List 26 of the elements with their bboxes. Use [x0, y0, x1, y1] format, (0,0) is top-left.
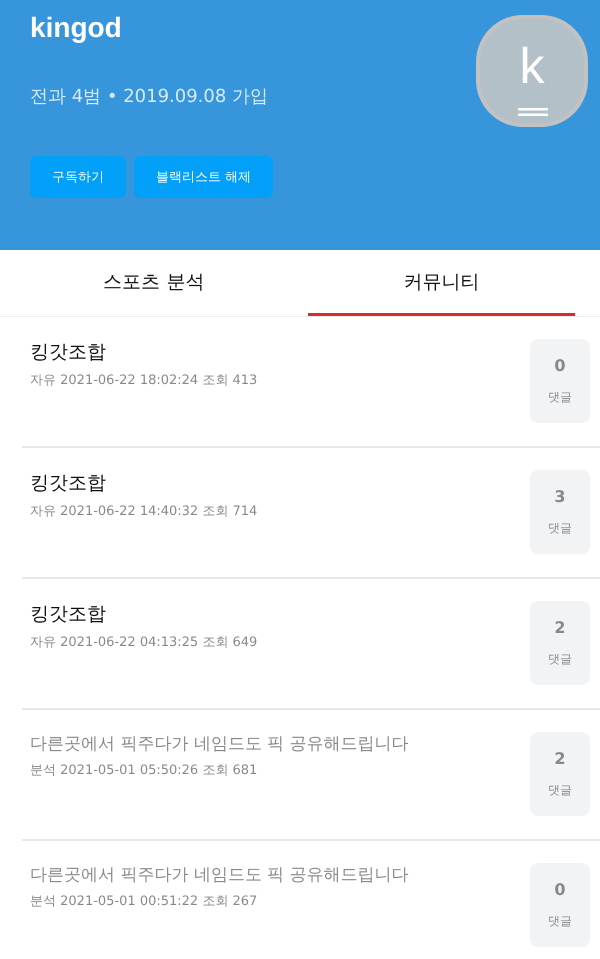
username: kingod	[30, 12, 123, 44]
profile-stats: 전과 4범 • 2019.09.08 가입	[30, 85, 270, 108]
avatar-letter: k	[520, 41, 544, 91]
comment-label: 댓글	[548, 520, 572, 537]
comment-label: 댓글	[548, 651, 572, 668]
comment-count: 2	[554, 749, 566, 768]
post-title[interactable]: 다른곳에서 픽주다가 네임드도 픽 공유해드립니다	[30, 863, 530, 886]
comment-count: 0	[554, 356, 566, 375]
post-meta: 분석 2021-05-01 05:50:26 조회 681	[30, 762, 258, 779]
comment-count: 0	[554, 880, 566, 899]
post-meta: 자유 2021-06-22 14:40:32 조회 714	[30, 503, 258, 520]
post-title[interactable]: 킹갓조합	[30, 470, 530, 496]
post-meta: 자유 2021-06-22 04:13:25 조회 649	[30, 634, 258, 651]
comment-label: 댓글	[548, 913, 572, 930]
tab[interactable]: 스포츠 분석	[20, 250, 288, 316]
tab[interactable]: 커뮤니티	[308, 250, 575, 316]
post-title[interactable]: 킹갓조합	[30, 339, 530, 365]
comment-count: 3	[554, 487, 566, 506]
comment-label: 댓글	[548, 389, 572, 406]
post-meta: 분석 2021-05-01 00:51:22 조회 267	[30, 893, 258, 910]
post-title[interactable]: 킹갓조합	[30, 601, 530, 627]
comment-count: 2	[554, 618, 566, 637]
post-title[interactable]: 다른곳에서 픽주다가 네임드도 픽 공유해드립니다	[30, 732, 530, 755]
menu-icon[interactable]	[518, 107, 548, 117]
comment-label: 댓글	[548, 782, 572, 799]
post-meta: 자유 2021-06-22 18:02:24 조회 413	[30, 372, 258, 389]
